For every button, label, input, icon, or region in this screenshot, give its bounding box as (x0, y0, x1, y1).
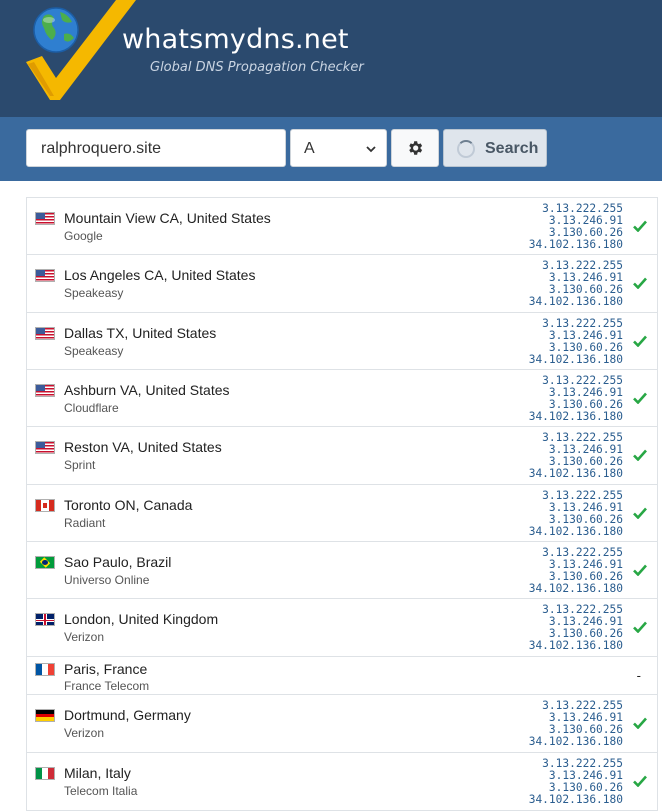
provider-name: France Telecom (64, 679, 150, 693)
ip-address[interactable]: 34.102.136.180 (529, 239, 623, 251)
ip-address[interactable]: 34.102.136.180 (529, 296, 623, 308)
result-row: Dortmund, Germany Verizon 3.13.222.255 3.13… (27, 695, 657, 753)
check-icon (633, 277, 647, 289)
check-icon (633, 507, 647, 519)
location-name: Toronto ON, Canada (64, 497, 193, 513)
ip-address[interactable]: 34.102.136.180 (529, 526, 623, 538)
check-icon (633, 449, 647, 461)
flag-ca-icon (35, 499, 55, 512)
flag-it-icon (35, 767, 55, 780)
provider-name: Sprint (64, 458, 96, 472)
flag-us-icon (35, 441, 55, 454)
flag-us-icon (35, 212, 55, 225)
provider-name: Verizon (64, 630, 105, 644)
domain-input[interactable]: ralphroquero.site (26, 129, 286, 167)
location-name: Sao Paulo, Brazil (64, 554, 172, 570)
flag-us-icon (35, 327, 55, 340)
flag-de-icon (35, 709, 55, 722)
ip-address[interactable]: 34.102.136.180 (529, 468, 623, 480)
ip-list: 3.13.222.255 3.13.246.91 3.130.60.26 34.102… (529, 490, 623, 538)
provider-name: Google (64, 229, 103, 243)
result-row: Mountain View CA, United States Google 3.1… (27, 198, 657, 255)
provider-name: Speakeasy (64, 344, 124, 358)
check-icon (633, 392, 647, 404)
provider-name: Telecom Italia (64, 784, 138, 798)
provider-name: Universo Online (64, 573, 150, 587)
ip-address[interactable]: 34.102.136.180 (529, 354, 623, 366)
site-header: whatsmydns.net Global DNS Propagation Ch… (0, 0, 662, 117)
result-row: London, United Kingdom Verizon 3.13.222.25… (27, 599, 657, 657)
ip-list: 3.13.222.255 3.13.246.91 3.130.60.26 34.102… (529, 318, 623, 366)
provider-name: Radiant (64, 516, 106, 530)
check-icon (633, 564, 647, 576)
provider-name: Verizon (64, 726, 105, 740)
flag-us-icon (35, 384, 55, 397)
ip-list: 3.13.222.255 3.13.246.91 3.130.60.26 34.102… (529, 375, 623, 423)
location-name: Dallas TX, United States (64, 325, 217, 341)
result-row: Los Angeles CA, United States Speakeasy 3.… (27, 255, 657, 313)
ip-address[interactable]: 34.102.136.180 (529, 640, 623, 652)
location-name: Milan, Italy (64, 765, 131, 781)
result-row: Toronto ON, Canada Radiant 3.13.222.255 3.1… (27, 485, 657, 542)
ip-address[interactable]: 34.102.136.180 (529, 411, 623, 423)
result-row: Paris, France France Telecom - (27, 657, 657, 695)
check-icon (633, 335, 647, 347)
check-icon (633, 717, 647, 729)
location-name: Paris, France (64, 661, 148, 677)
brand-name[interactable]: whatsmydns.net (122, 24, 349, 55)
flag-br-icon (35, 556, 55, 569)
ip-list: 3.13.222.255 3.13.246.91 3.130.60.26 34.102… (529, 432, 623, 480)
ip-address[interactable]: 34.102.136.180 (529, 583, 623, 595)
ip-list: 3.13.222.255 3.13.246.91 3.130.60.26 34.102… (529, 700, 623, 748)
location-name: London, United Kingdom (64, 611, 219, 627)
result-row: Sao Paulo, Brazil Universo Online 3.13.222… (27, 542, 657, 599)
result-row: Reston VA, United States Sprint 3.13.222.2… (27, 427, 657, 485)
check-icon (633, 220, 647, 232)
record-type-value: A (304, 140, 315, 157)
location-name: Ashburn VA, United States (64, 382, 230, 398)
result-row: Dallas TX, United States Speakeasy 3.13.22… (27, 313, 657, 370)
status-dash: - (636, 668, 641, 683)
ip-list: 3.13.222.255 3.13.246.91 3.130.60.26 34.102… (529, 604, 623, 652)
search-toolbar: ralphroquero.site A Search (0, 117, 662, 181)
ip-address[interactable]: 34.102.136.180 (529, 736, 623, 748)
ip-list: 3.13.222.255 3.13.246.91 3.130.60.26 34.102… (529, 260, 623, 308)
brand-tagline: Global DNS Propagation Checker (150, 60, 364, 75)
settings-button[interactable] (391, 129, 439, 167)
spinner-icon (457, 140, 475, 158)
search-button[interactable]: Search (443, 129, 547, 167)
location-name: Mountain View CA, United States (64, 210, 271, 226)
flag-us-icon (35, 269, 55, 282)
ip-list: 3.13.222.255 3.13.246.91 3.130.60.26 34.102… (529, 547, 623, 595)
provider-name: Cloudflare (64, 401, 119, 415)
flag-fr-icon (35, 663, 55, 676)
ip-list: 3.13.222.255 3.13.246.91 3.130.60.26 34.102… (529, 758, 623, 806)
location-name: Los Angeles CA, United States (64, 267, 256, 283)
ip-list: 3.13.222.255 3.13.246.91 3.130.60.26 34.102… (529, 203, 623, 251)
location-name: Reston VA, United States (64, 439, 222, 455)
provider-name: Speakeasy (64, 286, 124, 300)
gear-icon (409, 141, 423, 155)
check-icon (633, 621, 647, 633)
flag-gb-icon (35, 613, 55, 626)
result-row: Ashburn VA, United States Cloudflare 3.13.… (27, 370, 657, 427)
check-icon (633, 775, 647, 787)
record-type-select[interactable]: A (290, 129, 387, 167)
location-name: Dortmund, Germany (64, 707, 191, 723)
results-table: Mountain View CA, United States Google 3.1… (26, 197, 658, 811)
chevron-down-icon (366, 146, 376, 153)
search-button-label: Search (485, 140, 539, 157)
result-row: Milan, Italy Telecom Italia 3.13.222.255 3.… (27, 753, 657, 811)
ip-address[interactable]: 34.102.136.180 (529, 794, 623, 806)
